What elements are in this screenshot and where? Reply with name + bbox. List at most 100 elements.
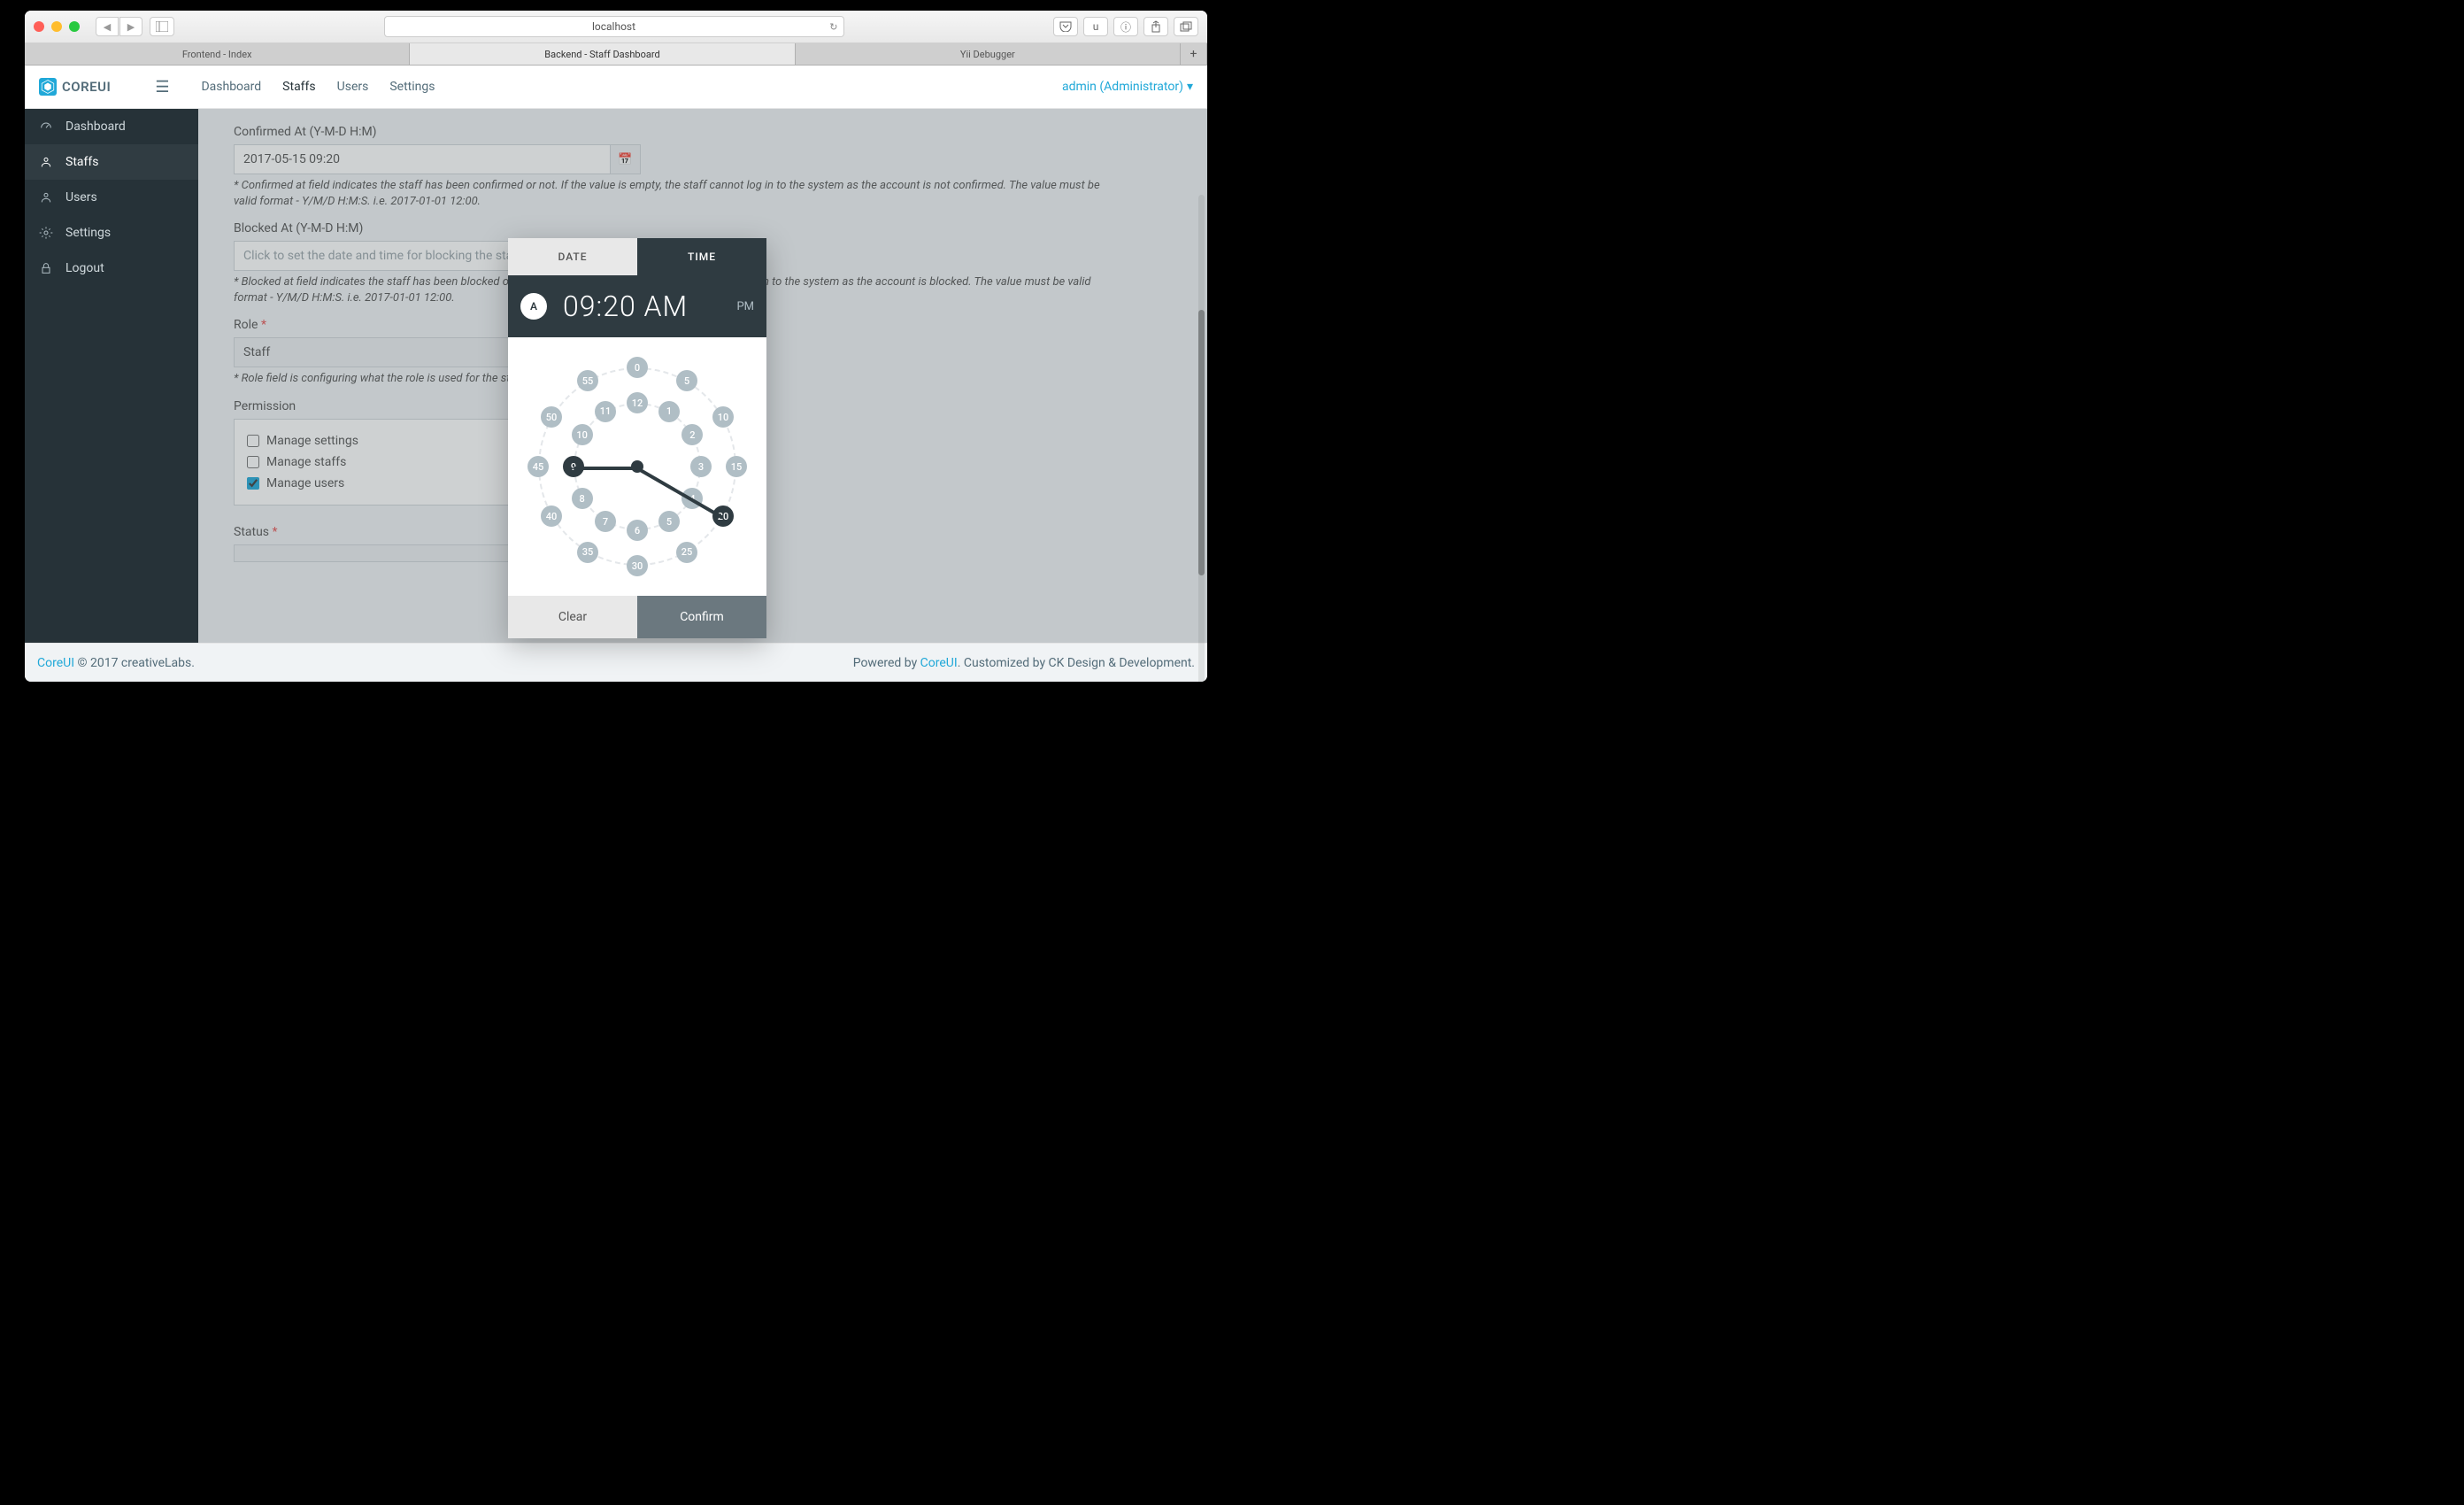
toolbar-right: u ⓘ xyxy=(1053,17,1198,36)
picker-buttons: Clear Confirm xyxy=(508,596,766,638)
hour-node-1[interactable]: 1 xyxy=(658,401,680,422)
am-pill[interactable]: A xyxy=(520,293,547,320)
info-button[interactable]: ⓘ xyxy=(1113,17,1138,36)
min-node-5[interactable]: 5 xyxy=(676,370,697,391)
forward-button[interactable]: ▶ xyxy=(119,17,142,36)
clock-wrap: 1212345678910110510152025303540455055 xyxy=(508,337,766,596)
sidebar-toggle-button[interactable] xyxy=(150,17,174,36)
min-node-30[interactable]: 30 xyxy=(627,555,648,576)
speedometer-icon xyxy=(39,120,53,134)
app-header: COREUI ☰ Dashboard Staffs Users Settings… xyxy=(25,66,1207,109)
nav-users[interactable]: Users xyxy=(337,80,369,94)
tab-debugger[interactable]: Yii Debugger xyxy=(796,43,1181,65)
sidebar-item-staffs[interactable]: Staffs xyxy=(25,144,198,180)
scrollbar-thumb[interactable] xyxy=(1198,310,1205,575)
confirmed-input[interactable]: 2017-05-15 09:20 xyxy=(234,144,611,174)
perm-manage-settings-checkbox[interactable] xyxy=(247,435,259,447)
nav-back-forward: ◀ ▶ xyxy=(96,17,142,36)
min-node-35[interactable]: 35 xyxy=(577,542,598,563)
reload-icon[interactable]: ↻ xyxy=(829,21,837,33)
footer-right: Powered by CoreUI. Customized by CK Desi… xyxy=(853,656,1195,670)
picker-tab-time[interactable]: TIME xyxy=(637,238,766,275)
titlebar: ◀ ▶ localhost ↻ u ⓘ xyxy=(25,11,1207,43)
nav-staffs[interactable]: Staffs xyxy=(282,80,315,94)
picker-header: A 09:20 AM PM xyxy=(508,275,766,337)
confirmed-hint: * Confirmed at field indicates the staff… xyxy=(234,178,1101,209)
blocked-label: Blocked At (Y-M-D H:M) xyxy=(234,221,1172,235)
person-icon xyxy=(39,155,53,169)
chevron-down-icon: ▾ xyxy=(1187,80,1193,94)
u-button[interactable]: u xyxy=(1083,17,1108,36)
clear-button[interactable]: Clear xyxy=(508,596,637,638)
tabs-button[interactable] xyxy=(1174,17,1198,36)
hour-node-12[interactable]: 12 xyxy=(627,392,648,413)
minimize-window-button[interactable] xyxy=(51,21,62,32)
min-node-15[interactable]: 15 xyxy=(726,456,747,477)
hour-node-8[interactable]: 8 xyxy=(572,488,593,509)
min-node-0[interactable]: 0 xyxy=(627,357,648,378)
hour-node-7[interactable]: 7 xyxy=(595,511,616,532)
share-button[interactable] xyxy=(1143,17,1168,36)
perm-manage-users-checkbox[interactable] xyxy=(247,477,259,490)
tab-backend[interactable]: Backend - Staff Dashboard xyxy=(410,43,795,65)
hour-node-11[interactable]: 11 xyxy=(595,401,616,422)
zoom-window-button[interactable] xyxy=(69,21,80,32)
url-text: localhost xyxy=(592,20,635,33)
min-node-55[interactable]: 55 xyxy=(577,370,598,391)
sidebar-item-logout[interactable]: Logout xyxy=(25,251,198,286)
window-scrollbar[interactable] xyxy=(1198,195,1205,682)
gear-icon xyxy=(39,226,53,240)
app-area: COREUI ☰ Dashboard Staffs Users Settings… xyxy=(25,66,1207,682)
hour-node-10[interactable]: 10 xyxy=(572,424,593,445)
pocket-button[interactable] xyxy=(1053,17,1078,36)
tab-strip: Frontend - Index Backend - Staff Dashboa… xyxy=(25,43,1207,66)
perm-manage-staffs-checkbox[interactable] xyxy=(247,456,259,468)
sidebar-item-settings[interactable]: Settings xyxy=(25,215,198,251)
footer-left: CoreUI © 2017 creativeLabs. xyxy=(37,656,195,670)
hour-node-6[interactable]: 6 xyxy=(627,520,648,541)
close-window-button[interactable] xyxy=(34,21,44,32)
confirmed-input-group: 2017-05-15 09:20 📅 xyxy=(234,144,641,174)
required-asterisk: * xyxy=(261,318,266,332)
url-bar[interactable]: localhost ↻ xyxy=(384,16,844,37)
min-node-50[interactable]: 50 xyxy=(541,406,562,428)
new-tab-button[interactable]: + xyxy=(1181,43,1207,65)
app-footer: CoreUI © 2017 creativeLabs. Powered by C… xyxy=(25,643,1207,682)
traffic-lights xyxy=(34,21,80,32)
min-node-10[interactable]: 10 xyxy=(712,406,734,428)
min-node-45[interactable]: 45 xyxy=(527,456,549,477)
sidebar: Dashboard Staffs Users Settings Logout xyxy=(25,109,198,643)
menu-toggle-icon[interactable]: ☰ xyxy=(155,78,169,96)
confirmed-label: Confirmed At (Y-M-D H:M) xyxy=(234,125,1172,139)
tab-frontend[interactable]: Frontend - Index xyxy=(25,43,410,65)
required-asterisk: * xyxy=(273,525,278,539)
sidebar-item-dashboard[interactable]: Dashboard xyxy=(25,109,198,144)
hour-node-3[interactable]: 3 xyxy=(690,456,712,477)
back-button[interactable]: ◀ xyxy=(96,17,119,36)
picker-tab-date[interactable]: DATE xyxy=(508,238,637,275)
nav-dashboard[interactable]: Dashboard xyxy=(201,80,261,94)
datetime-picker: DATE TIME A 09:20 AM PM 1212345678910110… xyxy=(508,238,766,638)
top-nav: Dashboard Staffs Users Settings xyxy=(201,80,435,94)
min-node-40[interactable]: 40 xyxy=(541,506,562,527)
brand-text: COREUI xyxy=(62,79,111,95)
hour-node-5[interactable]: 5 xyxy=(658,511,680,532)
brand-icon xyxy=(39,78,57,96)
sidebar-item-users[interactable]: Users xyxy=(25,180,198,215)
brand[interactable]: COREUI xyxy=(39,78,111,96)
user-label: admin (Administrator) xyxy=(1062,80,1183,94)
user-dropdown[interactable]: admin (Administrator) ▾ xyxy=(1062,80,1193,94)
footer-brand-link[interactable]: CoreUI xyxy=(37,656,74,670)
lock-icon xyxy=(39,261,53,275)
person-icon xyxy=(39,190,53,205)
hour-node-2[interactable]: 2 xyxy=(681,424,703,445)
nav-settings[interactable]: Settings xyxy=(389,80,435,94)
min-node-25[interactable]: 25 xyxy=(676,542,697,563)
confirm-button[interactable]: Confirm xyxy=(637,596,766,638)
pm-label[interactable]: PM xyxy=(736,300,754,313)
browser-window: ◀ ▶ localhost ↻ u ⓘ Frontend - Index Bac… xyxy=(25,11,1207,682)
clock-hand-hour xyxy=(574,467,637,470)
footer-powered-link[interactable]: CoreUI xyxy=(920,656,958,670)
calendar-icon[interactable]: 📅 xyxy=(611,144,641,174)
clock-face[interactable]: 1212345678910110510152025303540455055 xyxy=(522,351,752,582)
